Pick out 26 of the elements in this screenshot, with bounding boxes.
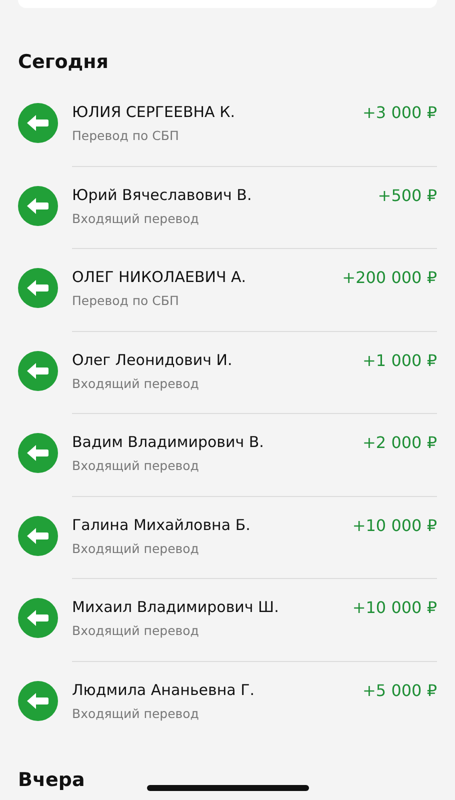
amount: +3 000 ₽ <box>362 103 437 122</box>
transfer-type: Входящий перевод <box>72 706 199 720</box>
transfer-type: Перевод по СБП <box>72 128 179 143</box>
transfer-type: Входящий перевод <box>72 623 199 638</box>
transfer-type: Входящий перевод <box>72 540 199 556</box>
amount: +10 000 ₽ <box>352 516 437 534</box>
sender-name: Олег Леонидович И. <box>72 350 232 368</box>
transfer-type: Входящий перевод <box>72 458 199 473</box>
sender-name: ОЛЕГ НИКОЛАЕВИЧ А. <box>72 268 246 286</box>
transfer-type: Входящий перевод <box>72 210 199 226</box>
amount: +5 000 ₽ <box>362 680 437 700</box>
amount: +1 000 ₽ <box>362 350 437 370</box>
amount: +2 000 ₽ <box>362 433 437 452</box>
sender-name: Вадим Владимирович В. <box>72 433 264 451</box>
transfer-type: Перевод по СБП <box>72 293 179 308</box>
section-heading: Вчера <box>17 768 86 793</box>
amount: +500 ₽ <box>378 186 437 204</box>
sender-name: Юрий Вячеславович В. <box>72 186 252 204</box>
sender-name: ЮЛИЯ СЕРГЕЕВНА К. <box>72 103 236 121</box>
amount: +10 000 ₽ <box>352 598 437 617</box>
transfer-type: Входящий перевод <box>72 376 199 390</box>
section-heading: Сегодня <box>17 50 110 75</box>
sender-name: Михаил Владимирович Ш. <box>72 598 279 616</box>
sender-name: Людмила Ананьевна Г. <box>72 680 255 698</box>
amount: +200 000 ₽ <box>342 268 437 287</box>
sender-name: Галина Михайловна Б. <box>72 516 250 534</box>
